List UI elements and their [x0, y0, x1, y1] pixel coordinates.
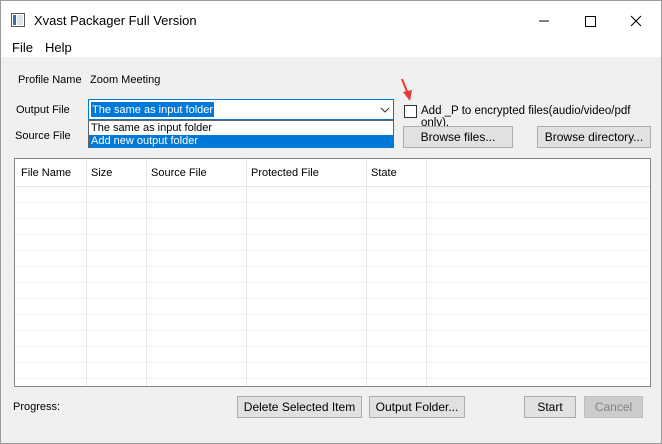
row-divider [15, 202, 650, 203]
profile-name-value: Zoom Meeting [90, 74, 161, 86]
chevron-down-icon[interactable] [375, 100, 393, 119]
row-divider [15, 314, 650, 315]
column-divider [246, 159, 247, 386]
output-file-selected-value: The same as input folder [91, 102, 215, 117]
column-header-state[interactable]: State [371, 167, 397, 179]
output-file-label: Output File [16, 104, 70, 116]
app-window-icon [11, 13, 25, 27]
column-divider [86, 159, 87, 386]
delete-selected-button[interactable]: Delete Selected Item [237, 396, 362, 418]
app-window: Xvast Packager Full Version File Help Pr… [0, 0, 662, 444]
row-divider [15, 378, 650, 379]
minimize-icon [539, 20, 549, 22]
row-divider [15, 250, 650, 251]
menu-bar: File Help [1, 37, 661, 57]
progress-label: Progress: [13, 401, 61, 413]
menu-help[interactable]: Help [45, 40, 72, 55]
column-header-source-file[interactable]: Source File [151, 167, 207, 179]
output-file-dropdown: The same as input folder Add new output … [88, 120, 394, 148]
cancel-button[interactable]: Cancel [584, 396, 643, 418]
browse-files-button[interactable]: Browse files... [403, 126, 513, 148]
column-header-size[interactable]: Size [91, 167, 112, 179]
profile-name-label: Profile Name [18, 74, 82, 86]
row-divider [15, 346, 650, 347]
header-divider [15, 186, 650, 187]
row-divider [15, 218, 650, 219]
maximize-icon [585, 16, 596, 27]
output-file-select[interactable]: The same as input folder [88, 99, 394, 120]
row-divider [15, 266, 650, 267]
maximize-button[interactable] [567, 1, 613, 37]
row-divider [15, 234, 650, 235]
dropdown-option-new-folder[interactable]: Add new output folder [89, 135, 393, 148]
row-divider [15, 330, 650, 331]
column-header-protected-file[interactable]: Protected File [251, 167, 319, 179]
menu-file[interactable]: File [12, 40, 33, 55]
row-divider [15, 362, 650, 363]
column-divider [366, 159, 367, 386]
minimize-button[interactable] [521, 1, 567, 37]
add-suffix-checkbox[interactable] [404, 105, 417, 118]
red-arrow-icon [401, 78, 412, 101]
close-icon [630, 15, 642, 27]
source-file-label: Source File [15, 130, 71, 142]
window-title: Xvast Packager Full Version [34, 13, 197, 28]
row-divider [15, 298, 650, 299]
browse-directory-button[interactable]: Browse directory... [537, 126, 651, 148]
output-folder-button[interactable]: Output Folder... [369, 396, 465, 418]
column-header-file-name[interactable]: File Name [21, 167, 71, 179]
dropdown-option-same-folder[interactable]: The same as input folder [89, 122, 393, 135]
column-divider [146, 159, 147, 386]
column-divider [426, 159, 427, 386]
close-button[interactable] [613, 1, 659, 37]
file-table[interactable]: File Name Size Source File Protected Fil… [14, 158, 651, 387]
title-bar[interactable]: Xvast Packager Full Version [1, 1, 661, 37]
start-button[interactable]: Start [524, 396, 576, 418]
row-divider [15, 282, 650, 283]
